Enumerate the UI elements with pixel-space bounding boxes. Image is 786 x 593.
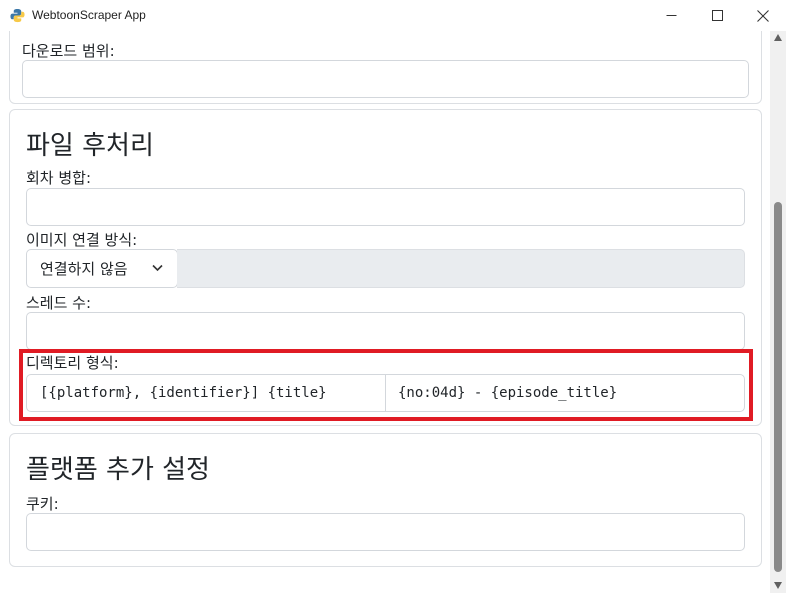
window-title: WebtoonScraper App [32, 8, 146, 22]
scroll-down-arrow-icon[interactable] [774, 582, 782, 589]
cookie-label: 쿠키: [26, 495, 59, 513]
post-processing-title: 파일 후처리 [26, 131, 154, 161]
python-icon [10, 8, 25, 23]
platform-settings-title: 플랫폼 추가 설정 [26, 455, 210, 485]
title-bar: WebtoonScraper App [0, 0, 786, 31]
threads-input[interactable] [26, 312, 745, 350]
minimize-icon [666, 15, 676, 16]
download-range-input[interactable] [22, 60, 749, 98]
settings-content: 다운로드 범위: 파일 후처리 회차 병합: 이미지 연결 방식: 연결하지 않… [0, 31, 770, 593]
merge-label: 회차 병합: [26, 169, 92, 187]
highlight-box [19, 349, 753, 421]
chevron-down-icon [152, 264, 163, 272]
image-concat-label: 이미지 연결 방식: [26, 231, 138, 249]
close-button[interactable] [740, 0, 786, 31]
image-concat-dropdown[interactable]: 연결하지 않음 [26, 249, 178, 288]
close-icon [757, 9, 769, 22]
maximize-icon [711, 10, 723, 21]
image-concat-selected: 연결하지 않음 [40, 260, 128, 278]
download-range-label: 다운로드 범위: [22, 42, 115, 60]
minimize-button[interactable] [648, 0, 694, 31]
scrollbar-thumb[interactable] [774, 202, 782, 572]
vertical-scrollbar[interactable] [770, 31, 786, 593]
maximize-button[interactable] [694, 0, 740, 31]
merge-input[interactable] [26, 188, 745, 226]
image-concat-disabled-field [177, 249, 745, 288]
scroll-up-arrow-icon[interactable] [774, 34, 782, 41]
cookie-input[interactable] [26, 513, 745, 551]
threads-label: 스레드 수: [26, 294, 92, 312]
